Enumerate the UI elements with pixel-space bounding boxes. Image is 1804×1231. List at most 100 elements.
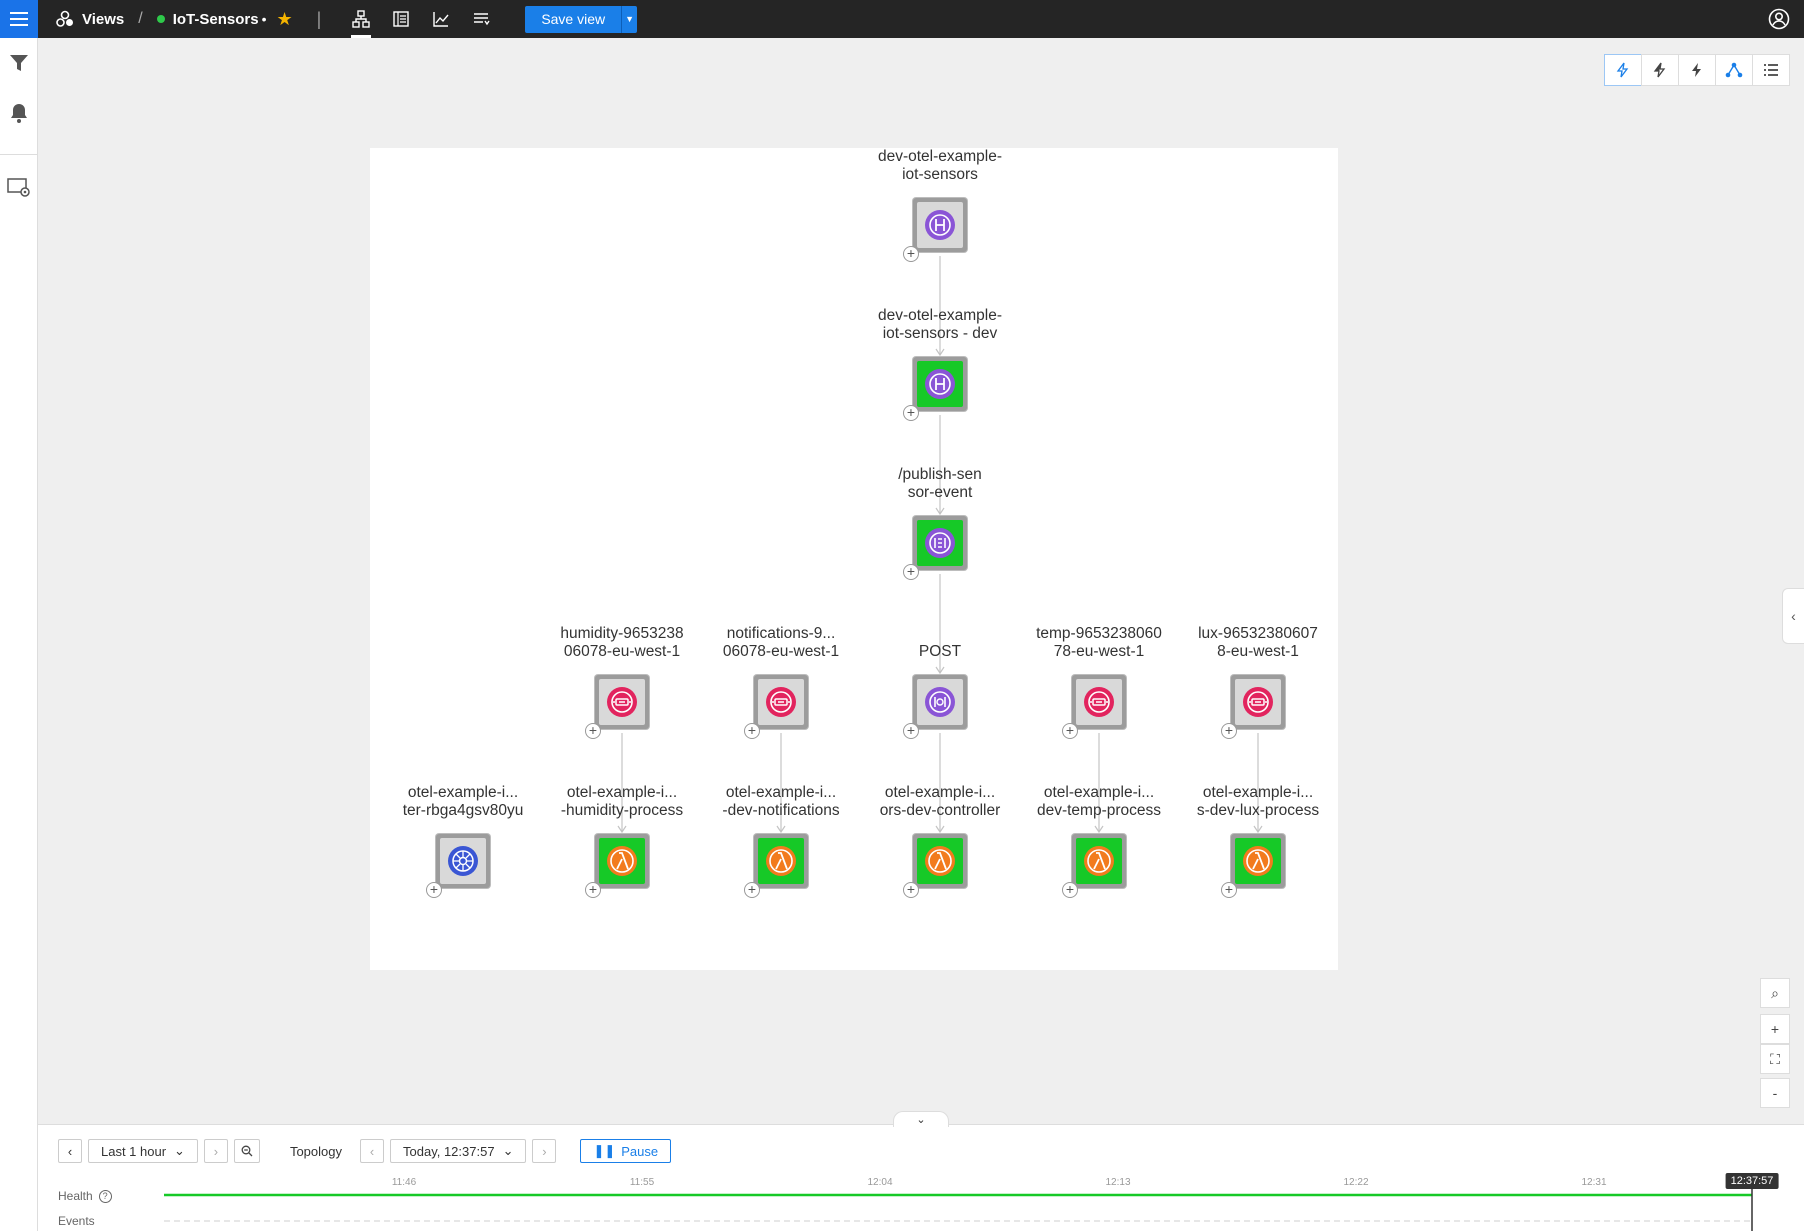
direct-neighbors-button[interactable] — [1604, 54, 1642, 86]
notifications-button[interactable] — [6, 100, 32, 126]
lambda-icon — [1235, 838, 1281, 884]
node-tile[interactable]: + — [1221, 834, 1285, 898]
filter-button[interactable] — [6, 50, 32, 76]
topology-view-button[interactable] — [341, 0, 381, 38]
chevron-down-icon: ⌄ — [174, 1143, 185, 1158]
node-label: notifications-9... 06078-eu-west-1 — [701, 625, 861, 661]
timeline-tick: 12:13 — [1105, 1177, 1131, 1188]
node-tile[interactable]: + — [744, 675, 808, 739]
node-label-line: 06078-eu-west-1 — [563, 643, 681, 660]
node-label: dev-otel-example-iot-sensors - dev — [860, 307, 1020, 343]
view-settings-button[interactable] — [6, 174, 32, 200]
node-tile[interactable]: + — [903, 834, 967, 898]
topology-node-sqs-lux[interactable]: lux-96532380607 8-eu-west-1 + — [1178, 625, 1338, 739]
save-view-dropdown[interactable]: ▼ — [621, 5, 637, 33]
zoom-in-button[interactable]: + — [1760, 1014, 1790, 1044]
graph-layout-button[interactable] — [1715, 54, 1753, 86]
node-tile[interactable]: + — [744, 834, 808, 898]
node-tile[interactable]: + — [585, 675, 649, 739]
node-tile[interactable]: + — [903, 516, 967, 580]
expand-node-icon[interactable]: + — [903, 564, 919, 580]
view-name[interactable]: IoT-Sensors — [173, 11, 259, 28]
topology-node-fn-notifications[interactable]: otel-example-i... -dev-notifications + — [701, 784, 861, 898]
save-view-label: Save view — [541, 11, 606, 27]
metrics-view-button[interactable] — [421, 0, 461, 38]
node-tile[interactable]: + — [1062, 834, 1126, 898]
expand-node-icon[interactable]: + — [426, 882, 442, 898]
node-tile[interactable]: + — [903, 357, 967, 421]
node-label-line: dev-otel-example- — [877, 148, 1003, 165]
node-tile[interactable]: + — [1062, 675, 1126, 739]
node-tile[interactable]: + — [585, 834, 649, 898]
node-label-line: ter-rbga4gsv80yu — [402, 802, 524, 819]
node-label: otel-example-i... ter-rbga4gsv80yu — [383, 784, 543, 820]
main-menu-button[interactable] — [0, 0, 38, 38]
details-panel-toggle[interactable]: ‹ — [1782, 588, 1804, 644]
topology-node-cluster[interactable]: otel-example-i... ter-rbga4gsv80yu + — [383, 784, 543, 898]
time-next-button[interactable]: › — [532, 1139, 557, 1163]
fit-to-screen-button[interactable]: ⛶ — [1760, 1044, 1790, 1074]
lambda-icon — [758, 838, 804, 884]
zoom-out-time-button[interactable] — [233, 1139, 260, 1163]
node-label-line: lux-96532380607 — [1198, 625, 1318, 642]
expand-node-icon[interactable]: + — [1221, 882, 1237, 898]
view-status-dot — [156, 15, 165, 23]
node-tile[interactable]: + — [426, 834, 490, 898]
root-cause-button[interactable] — [1678, 54, 1716, 86]
expand-node-icon[interactable]: + — [1221, 723, 1237, 739]
node-tile[interactable]: + — [903, 675, 967, 739]
user-avatar-icon[interactable] — [1768, 8, 1790, 30]
expand-node-icon[interactable]: + — [903, 246, 919, 262]
sqs-queue-icon — [599, 679, 645, 725]
expand-node-icon[interactable]: + — [585, 723, 601, 739]
chevron-right-icon: › — [542, 1143, 547, 1159]
expand-node-icon[interactable]: + — [585, 882, 601, 898]
topology-node-api[interactable]: dev-otel-example-iot-sensors + — [860, 148, 1020, 262]
zoom-out-button[interactable]: - — [1760, 1078, 1790, 1108]
node-tile[interactable]: + — [1221, 675, 1285, 739]
topology-node-fn-controller[interactable]: otel-example-i... ors-dev-controller + — [860, 784, 1020, 898]
expand-node-icon[interactable]: + — [1062, 723, 1078, 739]
pause-button[interactable]: ❚❚ Pause — [580, 1139, 672, 1163]
expand-node-icon[interactable]: + — [744, 723, 760, 739]
topology-node-fn-temp[interactable]: otel-example-i... dev-temp-process + — [1019, 784, 1179, 898]
topology-node-sqs-temp[interactable]: temp-9653238060 78-eu-west-1 + — [1019, 625, 1179, 739]
topology-canvas[interactable]: dev-otel-example-iot-sensors + dev-otel-ex… — [370, 148, 1338, 970]
topology-node-post[interactable]: POST + — [860, 625, 1020, 739]
timeline-collapse-handle[interactable]: ⌄ — [893, 1111, 949, 1127]
expand-node-icon[interactable]: + — [903, 405, 919, 421]
expand-node-icon[interactable]: + — [903, 882, 919, 898]
topology-node-sqs-notifications[interactable]: notifications-9... 06078-eu-west-1 + — [701, 625, 861, 739]
time-range-prev-button[interactable]: ‹ — [58, 1139, 82, 1163]
topology-node-fn-humidity[interactable]: otel-example-i... -humidity-process + — [542, 784, 702, 898]
components-view-button[interactable] — [381, 0, 421, 38]
star-icon[interactable]: ★ — [276, 9, 292, 30]
time-value: Today, 12:37:57 — [403, 1143, 495, 1159]
node-tile[interactable]: + — [903, 198, 967, 262]
expand-node-icon[interactable]: + — [903, 723, 919, 739]
time-range-next-button[interactable]: › — [203, 1139, 228, 1163]
magnifier-icon: ⌕ — [1771, 984, 1779, 1001]
time-range-select[interactable]: Last 1 hour ⌄ — [88, 1139, 198, 1163]
node-label-line: humidity-9653238 — [560, 625, 684, 642]
probable-cause-button[interactable] — [1641, 54, 1679, 86]
time-prev-button[interactable]: ‹ — [360, 1139, 384, 1163]
zoom-search-button[interactable]: ⌕ — [1760, 978, 1790, 1008]
screen-settings-icon — [7, 178, 30, 197]
topology-node-stage[interactable]: dev-otel-example-iot-sensors - dev + — [860, 307, 1020, 421]
topology-node-resource[interactable]: /publish-sen sor-event + — [860, 466, 1020, 580]
topology-node-sqs-humidity[interactable]: humidity-9653238 06078-eu-west-1 + — [542, 625, 702, 739]
topology-node-fn-lux[interactable]: otel-example-i... s-dev-lux-process + — [1178, 784, 1338, 898]
node-label: otel-example-i... dev-temp-process — [1019, 784, 1179, 820]
time-select[interactable]: Today, 12:37:57 ⌄ — [390, 1139, 527, 1163]
timeline-panel: ⌄ ‹ Last 1 hour ⌄ › Topology ‹ Today, 12… — [38, 1111, 1804, 1231]
expand-node-icon[interactable]: + — [1062, 882, 1078, 898]
node-label: lux-96532380607 8-eu-west-1 — [1178, 625, 1338, 661]
expand-node-icon[interactable]: + — [744, 882, 760, 898]
views-link[interactable]: Views — [82, 11, 124, 28]
events-view-button[interactable] — [461, 0, 501, 38]
list-layout-button[interactable] — [1752, 54, 1790, 86]
timeline-tracks[interactable]: Health ? Events 11:46 11:55 12:04 12:13 12:2… — [38, 1173, 1804, 1231]
breadcrumb-separator: / — [138, 10, 143, 27]
save-view-button[interactable]: Save view ▼ — [525, 5, 638, 33]
